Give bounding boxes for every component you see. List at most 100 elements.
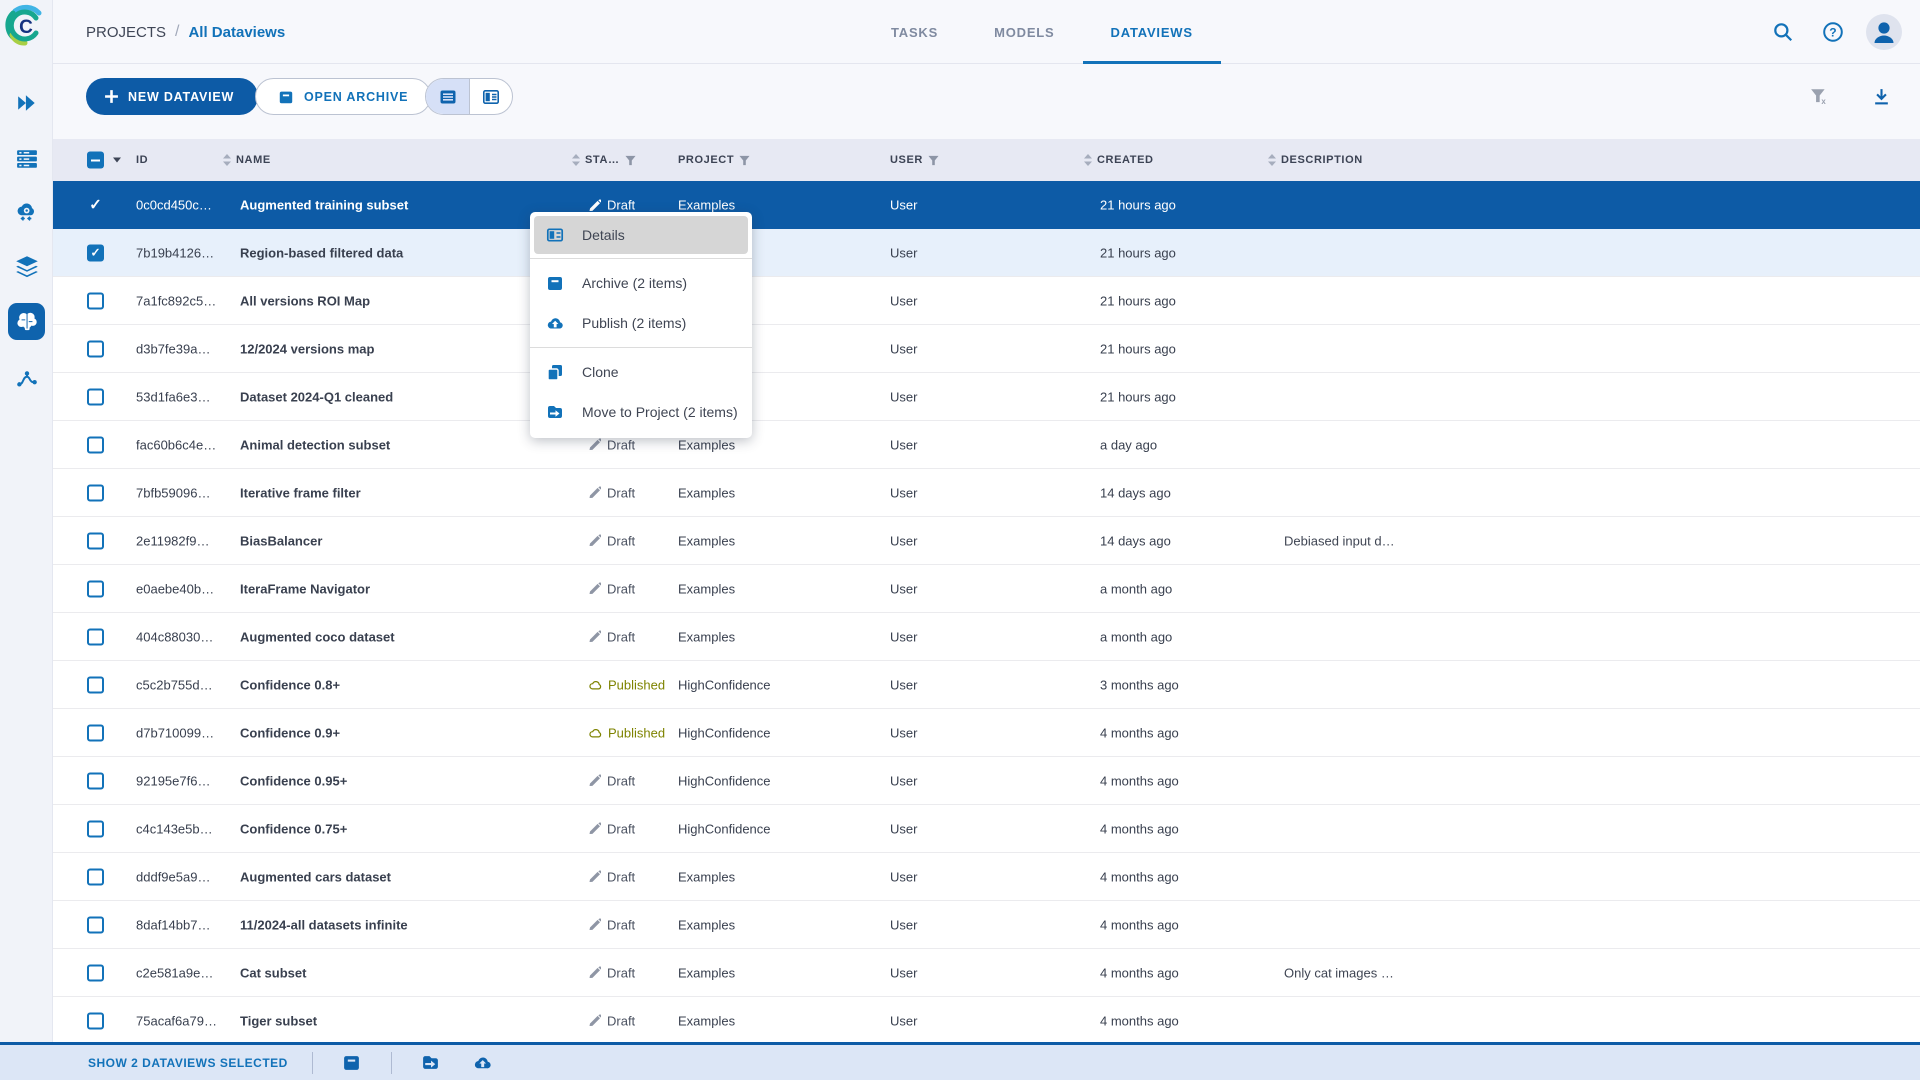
row-checkbox[interactable]: ✓ (87, 292, 104, 309)
select-all-checkbox[interactable] (87, 152, 104, 169)
table-row[interactable]: ✓ 7a1fc892c5… All versions ROI Map User … (53, 277, 1920, 325)
row-checkbox[interactable]: ✓ (87, 724, 104, 741)
menu-item-publish[interactable]: Publish (2 items) (530, 303, 752, 343)
table-row[interactable]: ✓ e0aebe40b… IteraFrame Navigator Draft … (53, 565, 1920, 613)
table-row[interactable]: ✓ d3b7fe39a… 12/2024 versions map User 2… (53, 325, 1920, 373)
new-dataview-button[interactable]: NEW DATAVIEW (86, 78, 258, 115)
tab-models[interactable]: MODELS (966, 0, 1082, 64)
filter-icon[interactable] (928, 155, 939, 166)
filter-icon[interactable] (739, 155, 750, 166)
row-status: Draft (589, 869, 635, 884)
open-archive-label: OPEN ARCHIVE (304, 90, 408, 104)
archive-icon[interactable] (337, 1048, 367, 1078)
table-row[interactable]: ✓ 7bfb59096… Iterative frame filter Draf… (53, 469, 1920, 517)
column-header-id[interactable]: ID (136, 154, 148, 166)
row-checkbox[interactable]: ✓ (87, 244, 104, 261)
row-checkbox[interactable]: ✓ (87, 868, 104, 885)
column-header-created[interactable]: CREATED (1084, 154, 1154, 166)
row-name: All versions ROI Map (240, 293, 370, 308)
row-checkbox[interactable]: ✓ (87, 532, 104, 549)
column-header-status[interactable]: STA… (572, 154, 636, 166)
filter-icon[interactable] (625, 155, 636, 166)
download-icon[interactable] (1864, 80, 1898, 114)
menu-item-details[interactable]: Details (534, 216, 748, 254)
tab-dataviews[interactable]: DATAVIEWS (1083, 0, 1221, 64)
dataview-table: ✓ 0c0cd450c… Augmented training subset D… (53, 181, 1920, 1042)
column-header-name[interactable]: NAME (223, 154, 271, 166)
row-checkbox[interactable]: ✓ (87, 340, 104, 357)
menu-item-clone[interactable]: Clone (530, 352, 752, 392)
table-row[interactable]: ✓ 404c88030… Augmented coco dataset Draf… (53, 613, 1920, 661)
show-selected-button[interactable]: SHOW 2 DATAVIEWS SELECTED (88, 1056, 288, 1070)
row-user: User (890, 533, 917, 548)
breadcrumb-projects[interactable]: PROJECTS (86, 24, 166, 41)
split-view-button[interactable] (469, 79, 512, 114)
menu-divider (530, 258, 752, 259)
row-created: 4 months ago (1100, 869, 1179, 884)
row-checkbox[interactable]: ✓ (87, 916, 104, 933)
row-checkbox[interactable]: ✓ (87, 1012, 104, 1029)
row-user: User (890, 965, 917, 980)
pipelines-icon[interactable] (0, 358, 53, 402)
table-row[interactable]: ✓ fac60b6c4e… Animal detection subset Dr… (53, 421, 1920, 469)
table-row[interactable]: ✓ d7b710099… Confidence 0.9+ Published H… (53, 709, 1920, 757)
row-status-label: Draft (607, 917, 635, 932)
row-id: dddf9e5a9… (136, 869, 210, 884)
table-row[interactable]: ✓ 53d1fa6e3… Dataset 2024-Q1 cleaned Use… (53, 373, 1920, 421)
row-checkbox[interactable]: ✓ (87, 484, 104, 501)
table-row[interactable]: ✓ c4c143e5b… Confidence 0.75+ Draft High… (53, 805, 1920, 853)
svg-text:?: ? (1829, 25, 1836, 39)
table-row[interactable]: ✓ 7b19b4126… Region-based filtered data … (53, 229, 1920, 277)
row-status: Published (589, 725, 665, 740)
row-status-label: Draft (607, 965, 635, 980)
autoscaler-cloud-icon[interactable] (0, 190, 53, 234)
row-created: 3 months ago (1100, 677, 1179, 692)
menu-item-archive[interactable]: Archive (2 items) (530, 263, 752, 303)
clearml-logo[interactable]: C (3, 3, 49, 49)
row-checkbox[interactable]: ✓ (87, 676, 104, 693)
menu-item-move-to-project[interactable]: Move to Project (2 items) (530, 392, 752, 432)
help-icon[interactable]: ? (1816, 15, 1850, 49)
table-row[interactable]: ✓ c2e581a9e… Cat subset Draft Examples U… (53, 949, 1920, 997)
table-view-button[interactable] (426, 79, 469, 114)
row-status: Draft (589, 917, 635, 932)
table-row[interactable]: ✓ 0c0cd450c… Augmented training subset D… (53, 181, 1920, 229)
open-archive-button[interactable]: OPEN ARCHIVE (255, 78, 431, 115)
row-checkbox[interactable]: ✓ (87, 580, 104, 597)
row-checkbox[interactable]: ✓ (87, 964, 104, 981)
row-checkbox[interactable]: ✓ (87, 772, 104, 789)
hyperdatasets-brain-icon[interactable] (0, 300, 53, 344)
user-avatar[interactable] (1866, 14, 1902, 50)
table-row[interactable]: ✓ 8daf14bb7… 11/2024-all datasets infini… (53, 901, 1920, 949)
row-checkbox[interactable]: ✓ (87, 628, 104, 645)
table-row[interactable]: ✓ 2e11982f9… BiasBalancer Draft Examples… (53, 517, 1920, 565)
workers-queues-icon[interactable] (0, 137, 53, 181)
datasets-layers-icon[interactable] (0, 245, 53, 289)
column-header-user[interactable]: USER (890, 154, 939, 166)
row-user: User (890, 773, 917, 788)
tab-tasks[interactable]: TASKS (863, 0, 966, 64)
draft-pencil-icon (589, 535, 601, 547)
row-id: 53d1fa6e3… (136, 389, 210, 404)
table-row[interactable]: ✓ dddf9e5a9… Augmented cars dataset Draf… (53, 853, 1920, 901)
breadcrumb-current[interactable]: All Dataviews (188, 24, 285, 41)
row-checkbox[interactable]: ✓ (87, 388, 104, 405)
move-to-project-icon[interactable] (416, 1048, 446, 1078)
column-header-project[interactable]: PROJECT (678, 154, 750, 166)
row-status-label: Draft (607, 1013, 635, 1028)
row-status: Draft (589, 1013, 635, 1028)
table-row[interactable]: ✓ 92195e7f6… Confidence 0.95+ Draft High… (53, 757, 1920, 805)
table-row[interactable]: ✓ 75acaf6a79… Tiger subset Draft Example… (53, 997, 1920, 1042)
table-row[interactable]: ✓ c5c2b755d… Confidence 0.8+ Published H… (53, 661, 1920, 709)
publish-icon[interactable] (468, 1048, 498, 1078)
search-icon[interactable] (1766, 15, 1800, 49)
row-checkbox[interactable]: ✓ (87, 436, 104, 453)
column-header-description[interactable]: DESCRIPTION (1268, 154, 1363, 166)
row-checkbox[interactable]: ✓ (87, 197, 104, 214)
row-status: Draft (589, 773, 635, 788)
selection-menu-caret-icon[interactable] (113, 158, 121, 163)
filter-reset-icon[interactable]: x (1802, 80, 1836, 114)
row-checkbox[interactable]: ✓ (87, 820, 104, 837)
row-status: Draft (589, 485, 635, 500)
expand-icon[interactable] (0, 81, 53, 125)
